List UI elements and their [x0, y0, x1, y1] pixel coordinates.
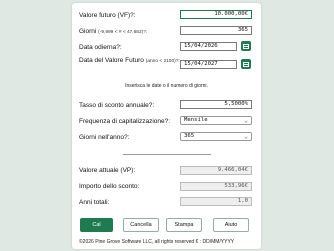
print-button[interactable]: Stampa — [166, 218, 202, 232]
days-year-label: Giorni nell'anno?: — [79, 134, 130, 141]
today-date-input[interactable]: 15/04/2026 — [180, 42, 237, 51]
future-value-input[interactable]: 10.000,00€ — [180, 10, 252, 19]
calculate-button[interactable]: Cal — [80, 218, 113, 232]
info-message: Inserisca le date o il numero di giorni. — [125, 83, 208, 89]
chevron-down-icon: ⌄ — [244, 133, 248, 140]
future-date-label-text: Data del Valore Futuro — [79, 57, 144, 64]
days-label-text: Giorni — [79, 28, 97, 35]
footer: ©2026 Pine Grove Software LLC, all right… — [79, 239, 235, 245]
discount-amount-output: 533,96€ — [180, 182, 252, 191]
today-label: Data odierna?: — [79, 44, 122, 51]
cancel-button[interactable]: Cancella — [123, 218, 159, 232]
calculator-panel — [72, 3, 261, 249]
frequency-select[interactable]: Mensile ⌄ — [180, 116, 252, 125]
help-button[interactable]: Aiuto — [213, 218, 249, 232]
days-input[interactable]: 365 — [180, 26, 252, 35]
total-years-output: 1,0 — [180, 197, 252, 206]
future-value-label: Valore futuro (VF)?: — [79, 12, 136, 19]
calendar-icon — [243, 43, 249, 49]
calendar-icon — [243, 61, 249, 67]
future-date-hint: (anno < 2100)?: — [145, 59, 180, 64]
frequency-value: Mensile — [184, 117, 208, 123]
chevron-down-icon: ⌄ — [244, 117, 248, 124]
days-year-select[interactable]: 365 ⌄ — [180, 132, 252, 141]
days-year-value: 365 — [184, 133, 195, 139]
future-date-calendar-button[interactable] — [241, 59, 251, 69]
present-value-output: 9.466,04€ — [180, 166, 252, 175]
discount-amount-label: Importo dello sconto: — [79, 183, 140, 190]
today-calendar-button[interactable] — [241, 41, 251, 51]
future-date-label: Data del Valore Futuro (anno < 2100)?: — [79, 57, 180, 65]
days-label: Giorni (-9,999 < # < 47,682)?: — [79, 28, 147, 36]
future-date-input[interactable]: 15/04/2027 — [180, 60, 237, 69]
frequency-label: Frequenza di capitalizzazione?: — [79, 118, 171, 125]
divider — [123, 154, 211, 155]
total-years-label: Anni totali: — [79, 199, 110, 206]
discount-rate-label: Tasso di sconto annuale?: — [79, 102, 155, 109]
discount-rate-input[interactable]: 5,5000% — [180, 100, 252, 109]
present-value-label: Valore attuale (VP): — [79, 167, 136, 174]
days-hint: (-9,999 < # < 47,682)?: — [98, 30, 148, 35]
